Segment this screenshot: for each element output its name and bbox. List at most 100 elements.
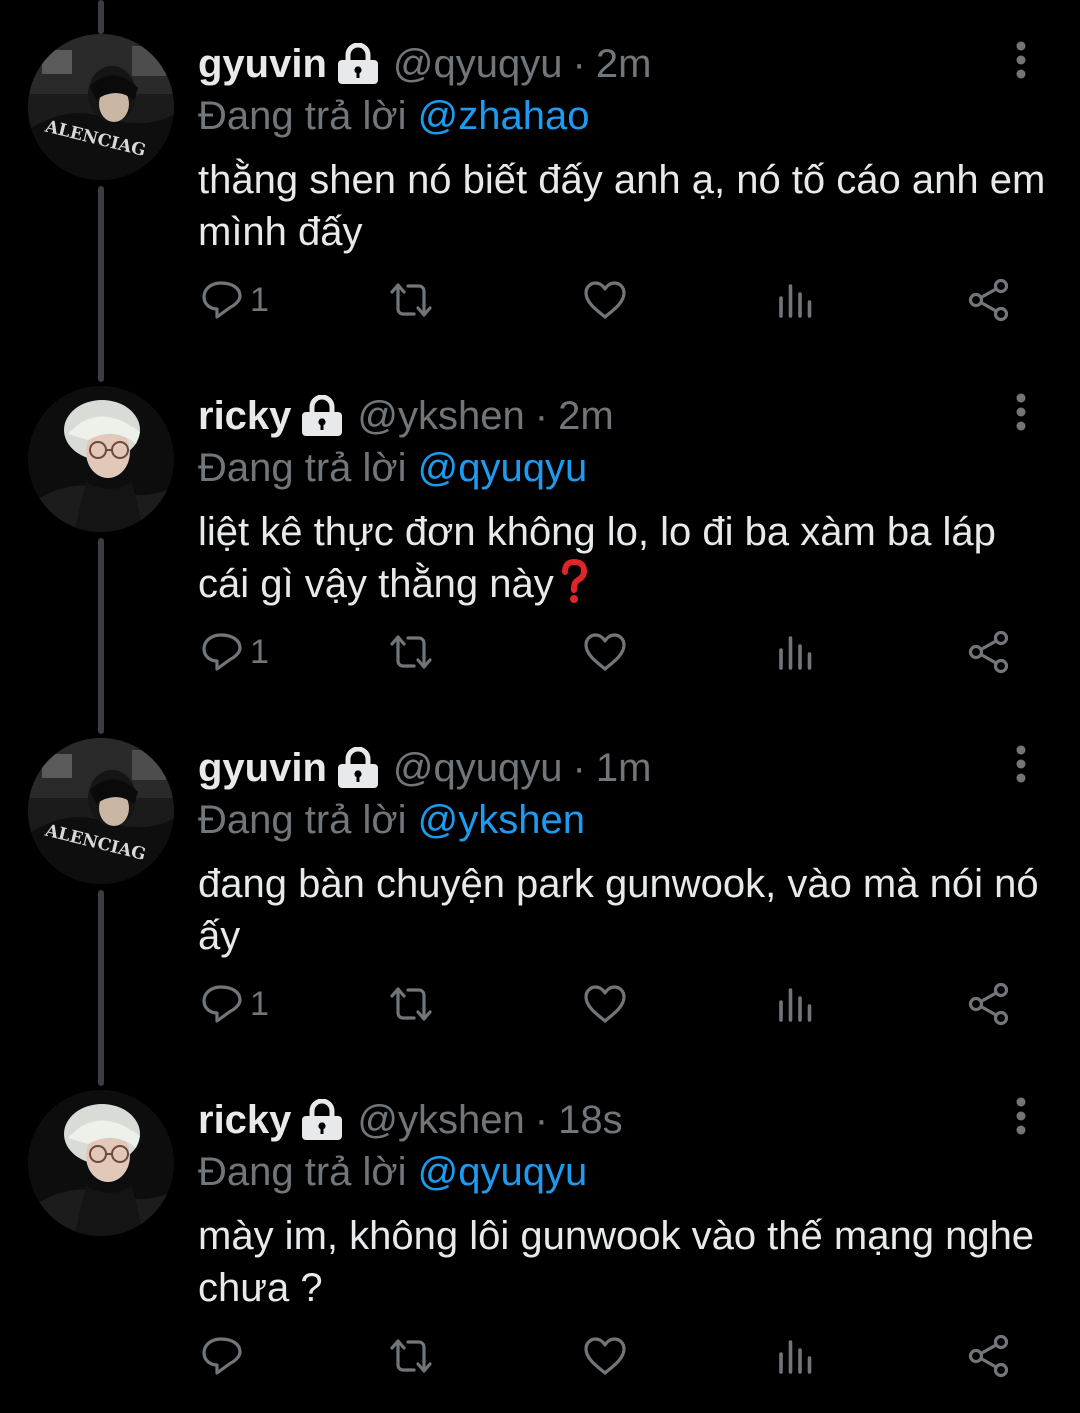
action-bar: 1 — [0, 270, 1080, 330]
like-icon — [584, 1337, 626, 1375]
share-button[interactable] — [966, 270, 1012, 330]
tweet[interactable]: ALENCIAG gyuvin @qyuqyu · 2m Đang trả lờ… — [0, 0, 1080, 352]
like-button[interactable] — [582, 1326, 628, 1386]
reply-button[interactable]: 1 — [200, 974, 269, 1034]
replying-to: Đang trả lời @qyuqyu — [198, 1148, 587, 1196]
retweet-button[interactable] — [386, 974, 436, 1034]
display-name[interactable]: gyuvin — [198, 744, 327, 792]
share-icon — [968, 982, 1009, 1026]
tweet-text: mày im, không lôi gunwook vào thế mạng n… — [198, 1210, 1048, 1314]
more-vertical-icon[interactable] — [1006, 392, 1036, 432]
user-handle[interactable]: @ykshen — [357, 1096, 524, 1144]
tweet-text-content: liệt kê thực đơn không lo, lo đi ba xàm … — [198, 510, 996, 606]
separator-dot: · — [534, 1098, 549, 1142]
user-handle[interactable]: @qyuqyu — [393, 40, 563, 88]
like-button[interactable] — [582, 622, 628, 682]
reply-mention-link[interactable]: @qyuqyu — [418, 446, 588, 490]
timestamp[interactable]: 2m — [596, 40, 652, 88]
like-button[interactable] — [582, 270, 628, 330]
gyuvin-avatar-image: ALENCIAG — [28, 738, 174, 884]
tweet-text-content: đang bàn chuyện park gunwook, vào mà nói… — [198, 862, 1039, 958]
action-bar: 1 — [0, 622, 1080, 682]
display-name[interactable]: gyuvin — [198, 40, 327, 88]
reply-mention-link[interactable]: @zhahao — [418, 94, 590, 138]
more-vertical-icon[interactable] — [1006, 1096, 1036, 1136]
more-vertical-icon[interactable] — [1006, 744, 1036, 784]
tweet[interactable]: ricky @ykshen · 18s Đang trả lời @qyuqyu… — [0, 1056, 1080, 1408]
retweet-icon — [390, 283, 432, 317]
tweet-text: thằng shen nó biết đấy anh ạ, nó tố cáo … — [198, 154, 1048, 258]
like-button[interactable] — [582, 974, 628, 1034]
timestamp[interactable]: 2m — [558, 392, 614, 440]
replying-to-label: Đang trả lời — [198, 798, 407, 842]
views-button[interactable] — [776, 974, 816, 1034]
reply-icon — [202, 985, 242, 1023]
replying-to-label: Đang trả lời — [198, 446, 407, 490]
retweet-icon — [390, 1339, 432, 1373]
reply-button[interactable]: 1 — [200, 270, 269, 330]
tweet[interactable]: ALENCIAG gyuvin @qyuqyu · 1m Đang trả lờ… — [0, 704, 1080, 1056]
views-button[interactable] — [776, 270, 816, 330]
views-button[interactable] — [776, 1326, 816, 1386]
lock-icon — [337, 43, 378, 84]
retweet-button[interactable] — [386, 270, 436, 330]
lock-icon — [337, 747, 378, 788]
reply-mention-link[interactable]: @ykshen — [418, 798, 585, 842]
retweet-icon — [390, 635, 432, 669]
gyuvin-avatar-image: ALENCIAG — [28, 34, 174, 180]
reply-count: 1 — [250, 984, 269, 1023]
more-vertical-icon[interactable] — [1006, 40, 1036, 80]
display-name[interactable]: ricky — [198, 1096, 291, 1144]
separator-dot: · — [534, 394, 549, 438]
tweet-text: liệt kê thực đơn không lo, lo đi ba xàm … — [198, 506, 1048, 610]
red-question-mark-emoji — [561, 559, 587, 603]
timestamp[interactable]: 18s — [558, 1096, 623, 1144]
reply-icon — [202, 281, 242, 319]
user-handle[interactable]: @qyuqyu — [393, 744, 563, 792]
tweet-header: gyuvin @qyuqyu · 1m — [198, 744, 651, 792]
reply-button[interactable] — [200, 1326, 250, 1386]
gyuvin-avatar[interactable]: ALENCIAG — [28, 34, 174, 180]
replying-to: Đang trả lời @qyuqyu — [198, 444, 587, 492]
share-button[interactable] — [966, 1326, 1012, 1386]
tweet-header: ricky @ykshen · 2m — [198, 392, 614, 440]
replying-to-label: Đang trả lời — [198, 1150, 407, 1194]
gyuvin-avatar[interactable]: ALENCIAG — [28, 738, 174, 884]
reply-icon — [202, 1337, 242, 1375]
retweet-button[interactable] — [386, 622, 436, 682]
share-icon — [968, 630, 1009, 674]
share-button[interactable] — [966, 974, 1012, 1034]
reply-mention-link[interactable]: @qyuqyu — [418, 1150, 588, 1194]
views-icon — [779, 636, 812, 670]
like-icon — [584, 985, 626, 1023]
ricky-avatar[interactable] — [28, 1090, 174, 1236]
replying-to: Đang trả lời @zhahao — [198, 92, 590, 140]
reply-count: 1 — [250, 280, 269, 319]
views-button[interactable] — [776, 622, 816, 682]
user-handle[interactable]: @ykshen — [357, 392, 524, 440]
separator-dot: · — [572, 42, 586, 86]
ricky-avatar[interactable] — [28, 386, 174, 532]
action-bar — [0, 1326, 1080, 1386]
views-icon — [779, 988, 812, 1022]
ricky-avatar-image — [28, 386, 174, 532]
tweet-text-content: thằng shen nó biết đấy anh ạ, nó tố cáo … — [198, 158, 1046, 254]
retweet-icon — [390, 987, 432, 1021]
tweet-header: gyuvin @qyuqyu · 2m — [198, 40, 651, 88]
share-button[interactable] — [966, 622, 1012, 682]
tweet-header: ricky @ykshen · 18s — [198, 1096, 623, 1144]
reply-button[interactable]: 1 — [200, 622, 269, 682]
views-icon — [779, 1340, 812, 1374]
lock-icon — [302, 395, 343, 436]
tweet-text-content: mày im, không lôi gunwook vào thế mạng n… — [198, 1214, 1035, 1310]
tweet-text: đang bàn chuyện park gunwook, vào mà nói… — [198, 858, 1048, 962]
separator-dot: · — [572, 746, 586, 790]
display-name[interactable]: ricky — [198, 392, 291, 440]
tweet[interactable]: ricky @ykshen · 2m Đang trả lời @qyuqyu … — [0, 352, 1080, 704]
retweet-button[interactable] — [386, 1326, 436, 1386]
like-icon — [584, 281, 626, 319]
views-icon — [779, 284, 812, 318]
timestamp[interactable]: 1m — [596, 744, 652, 792]
replying-to: Đang trả lời @ykshen — [198, 796, 585, 844]
lock-icon — [302, 1099, 343, 1140]
